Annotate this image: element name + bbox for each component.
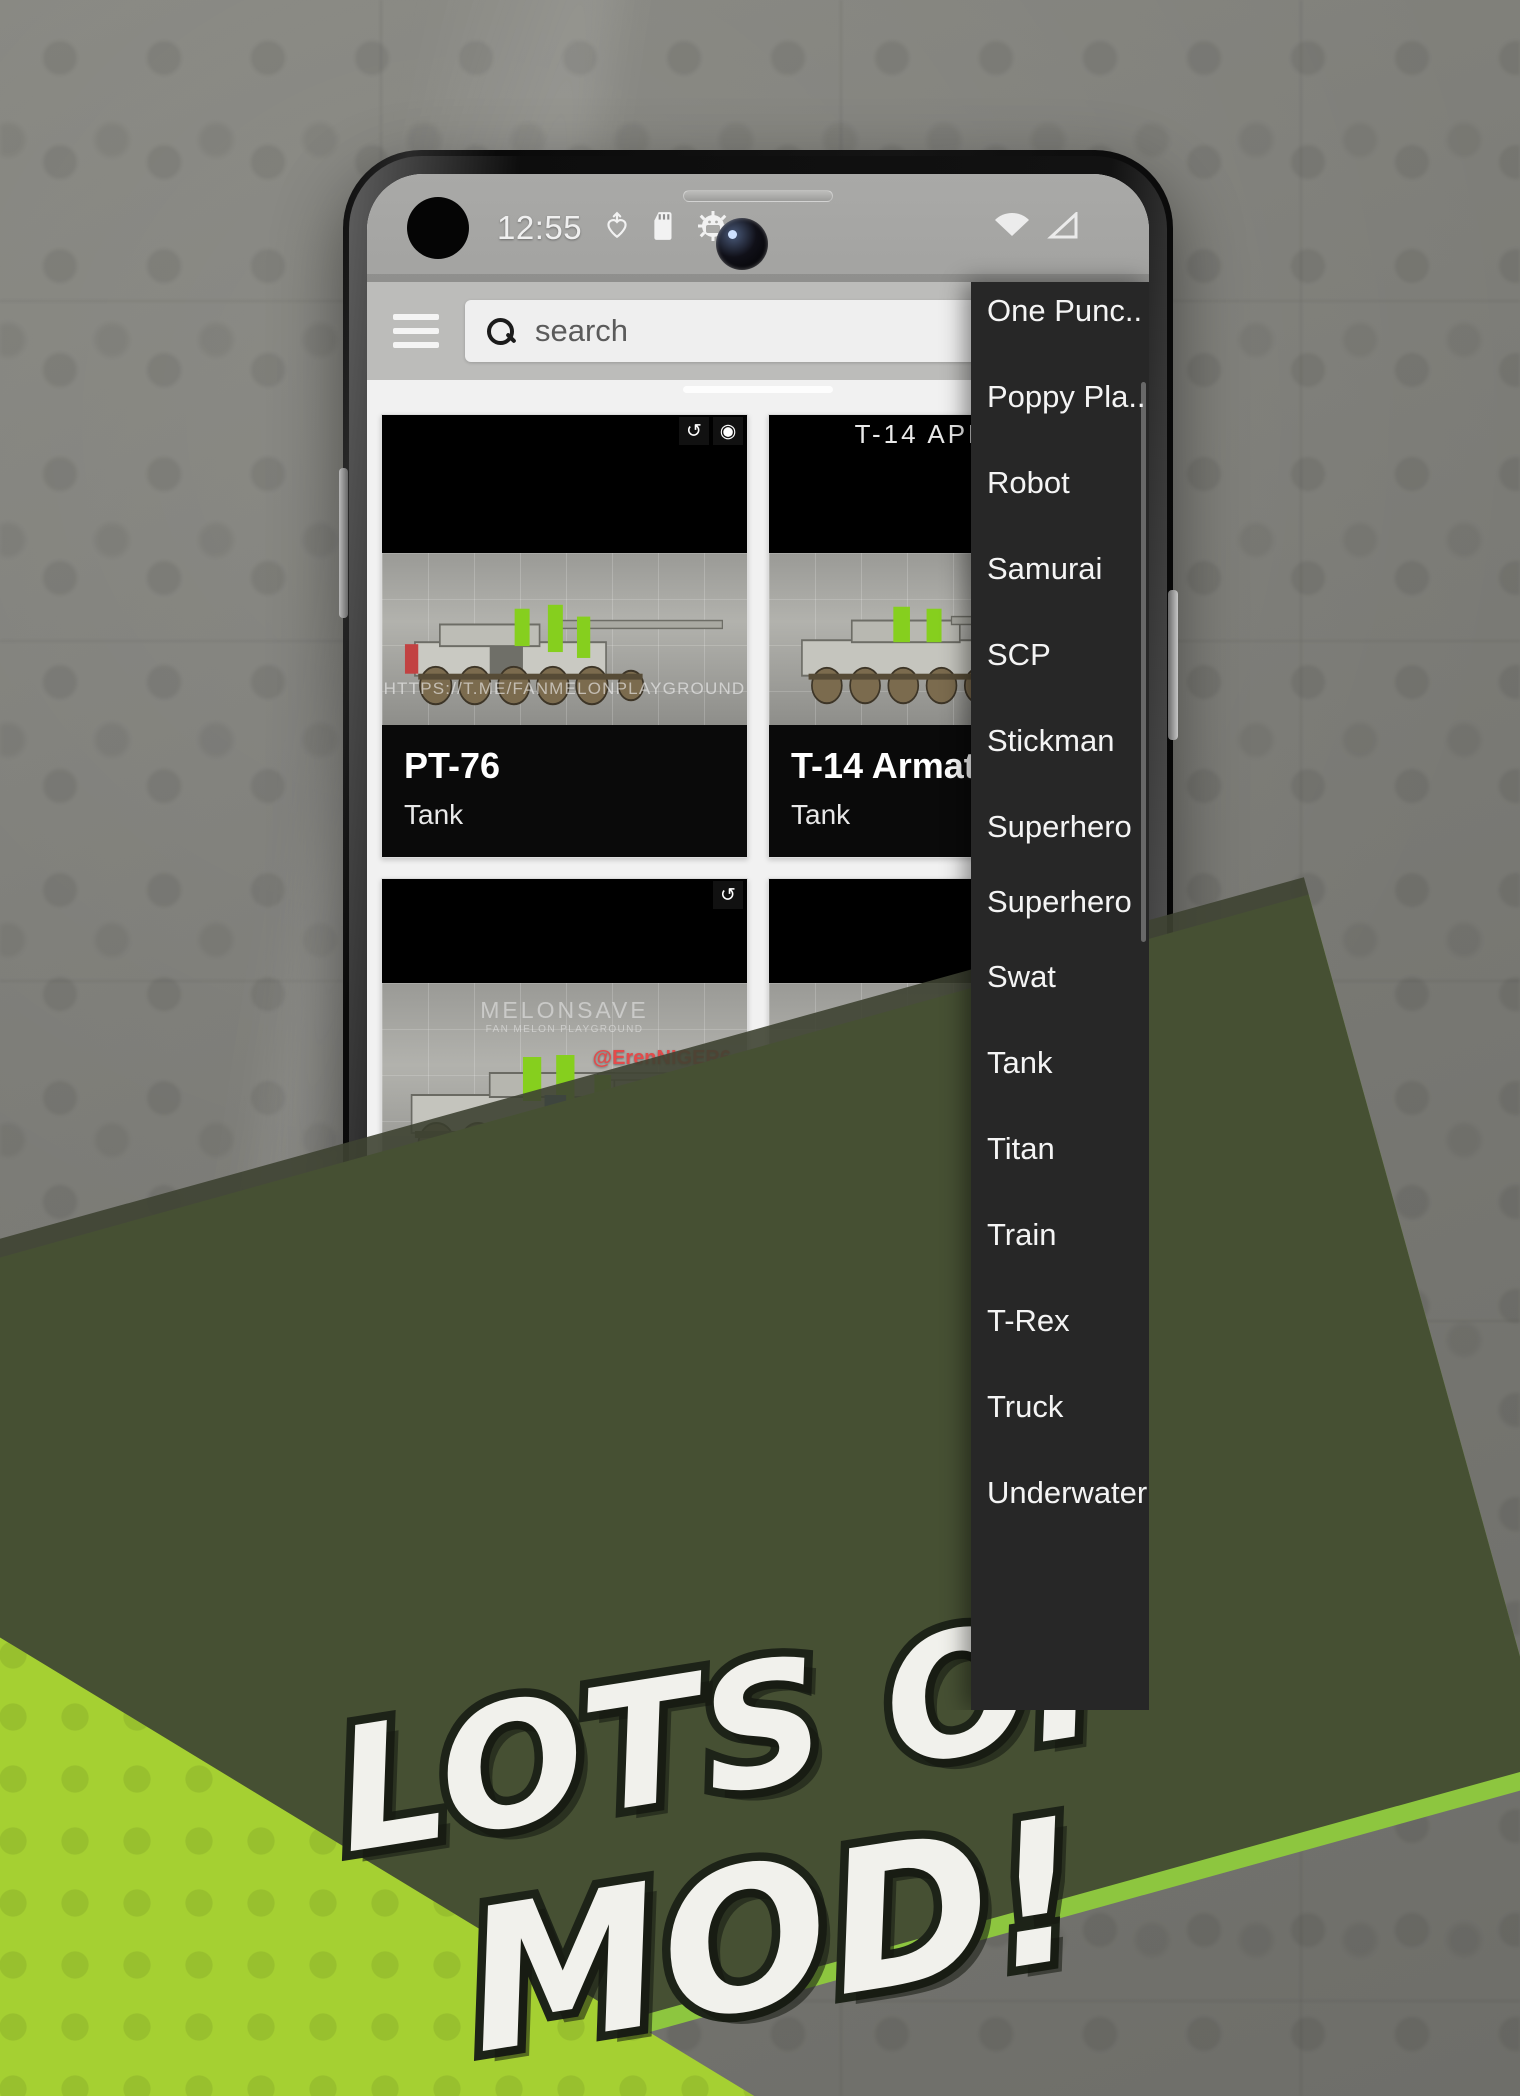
melonsave-watermark: MELONSAVE FAN MELON PLAYGROUND bbox=[480, 997, 648, 1035]
navigation-drawer: One Punc.. Poppy Pla.. Robot Samurai SCP… bbox=[971, 282, 1149, 1710]
heart-rate-icon bbox=[604, 211, 630, 246]
drawer-item-superhero-2[interactable]: Superhero bbox=[987, 870, 1149, 934]
thumbnail-buttons: ↺ bbox=[713, 881, 743, 909]
tank-illustration bbox=[390, 1033, 739, 1183]
power-button[interactable] bbox=[1168, 590, 1178, 740]
drawer-item-list: One Punc.. Poppy Pla.. Robot Samurai SCP… bbox=[971, 282, 1149, 1536]
drawer-item-titan[interactable]: Titan bbox=[987, 1106, 1149, 1192]
hamburger-menu-icon[interactable] bbox=[393, 314, 439, 348]
drawer-item-label: Truck bbox=[987, 1389, 1064, 1424]
drawer-item-label: SCP bbox=[987, 637, 1051, 672]
thumbnail-scene: MELONSAVE FAN MELON PLAYGROUND @ErenNIGE… bbox=[382, 983, 747, 1189]
status-bar: 12:55 bbox=[367, 174, 1149, 282]
camera-punch-hole bbox=[407, 197, 469, 259]
thumbnail-buttons: ↺ ◉ bbox=[679, 417, 743, 445]
promo-screenshot: 12:55 search HTTPS://T.ME/FANMELONPLAYGR… bbox=[0, 0, 1520, 2096]
drawer-scrollbar[interactable] bbox=[1141, 382, 1146, 942]
tank-illustration bbox=[390, 591, 739, 719]
drawer-item-robot[interactable]: Robot bbox=[987, 440, 1149, 526]
wifi-icon bbox=[993, 212, 1031, 245]
drawer-item-train[interactable]: Train bbox=[987, 1192, 1149, 1278]
drawer-item-superhero[interactable]: Superhero bbox=[987, 784, 1149, 870]
drawer-item-one-punch[interactable]: One Punc.. bbox=[987, 282, 1149, 354]
undo-icon[interactable]: ↺ bbox=[713, 881, 743, 909]
card-thumbnail: MELONSAVE FAN MELON PLAYGROUND @ErenNIGE… bbox=[382, 879, 747, 1189]
status-bar-icons bbox=[604, 210, 729, 246]
sd-card-icon bbox=[652, 211, 676, 246]
drawer-item-stickman[interactable]: Stickman bbox=[987, 698, 1149, 784]
drawer-item-label: Tank bbox=[987, 1045, 1053, 1080]
earpiece-speaker bbox=[683, 190, 833, 202]
drawer-item-label: Samurai bbox=[987, 551, 1103, 586]
status-bar-right-icons bbox=[993, 210, 1115, 245]
drawer-item-label: Underwater bbox=[987, 1475, 1148, 1510]
scroll-indicator bbox=[683, 386, 833, 393]
mod-card[interactable]: HTTPS://T.ME/FANMELONPLAYGROUND ↺ ◉ PT-7… bbox=[381, 414, 748, 858]
volume-button[interactable] bbox=[339, 468, 348, 618]
search-icon bbox=[485, 316, 515, 346]
drawer-item-underwater[interactable]: Underwater bbox=[987, 1450, 1149, 1536]
drawer-item-samurai[interactable]: Samurai bbox=[987, 526, 1149, 612]
status-bar-clock: 12:55 bbox=[497, 209, 583, 246]
drawer-item-label: Train bbox=[987, 1217, 1057, 1252]
undo-icon[interactable]: ↺ bbox=[679, 417, 709, 445]
drawer-item-label: Poppy Pla.. bbox=[987, 379, 1146, 414]
front-camera bbox=[716, 218, 768, 270]
melonsave-watermark: MELONSAVE FAN MELON PLAYGROUND bbox=[480, 1485, 648, 1523]
drawer-item-label: One Punc.. bbox=[987, 293, 1143, 328]
card-thumbnail: HTTPS://T.ME/FANMELONPLAYGROUND ↺ ◉ bbox=[382, 415, 747, 725]
thumbnail-scene: HTTPS://T.ME/FANMELONPLAYGROUND bbox=[382, 553, 747, 725]
melonsave-brand: MELONSAVE bbox=[480, 1485, 649, 1511]
thumbnail-scene: MELONSAVE FAN MELON PLAYGROUND bbox=[382, 1471, 747, 1673]
signal-icon bbox=[1045, 210, 1079, 245]
drawer-item-swat[interactable]: Swat bbox=[987, 934, 1149, 1020]
refresh-icon[interactable]: ◉ bbox=[713, 417, 743, 445]
drawer-item-t-rex[interactable]: T-Rex bbox=[987, 1278, 1149, 1364]
drawer-item-label: T-Rex bbox=[987, 1303, 1070, 1338]
drawer-item-truck[interactable]: Truck bbox=[987, 1364, 1149, 1450]
mod-card[interactable]: MELONSAVE FAN MELON PLAYGROUND bbox=[381, 1342, 748, 1674]
card-subtitle: Tank bbox=[404, 799, 464, 830]
drawer-item-label: Robot bbox=[987, 465, 1070, 500]
tank-illustration bbox=[390, 1537, 739, 1667]
phone-mockup: 12:55 search HTTPS://T.ME/FANMELONPLAYGR… bbox=[339, 150, 1178, 1710]
card-thumbnail: MELONSAVE FAN MELON PLAYGROUND bbox=[382, 1343, 747, 1673]
card-title: T-34-85 bbox=[404, 1209, 529, 1250]
mod-card[interactable]: MELONSAVE FAN MELON PLAYGROUND @ErenNIGE… bbox=[381, 878, 748, 1322]
card-footer: T-34-85 Tank bbox=[382, 1189, 747, 1321]
drawer-item-scp[interactable]: SCP bbox=[987, 612, 1149, 698]
drawer-item-label: Titan bbox=[987, 1131, 1055, 1166]
phone-screen: 12:55 search HTTPS://T.ME/FANMELONPLAYGR… bbox=[367, 174, 1149, 1710]
drawer-item-tank[interactable]: Tank bbox=[987, 1020, 1149, 1106]
search-placeholder: search bbox=[535, 313, 629, 348]
drawer-item-label: Superhero bbox=[987, 809, 1132, 844]
card-title: PT-76 bbox=[404, 745, 501, 786]
card-footer: PT-76 Tank bbox=[382, 725, 747, 857]
thumbnail-watermark: HTTPS://T.ME/FANMELONPLAYGROUND bbox=[383, 679, 746, 698]
drawer-item-label: Superhero bbox=[987, 884, 1132, 919]
drawer-item-poppy-playtime[interactable]: Poppy Pla.. bbox=[987, 354, 1149, 440]
card-subtitle: Tank bbox=[404, 1263, 464, 1294]
melonsave-brand: MELONSAVE bbox=[480, 997, 649, 1023]
drawer-item-label: Swat bbox=[987, 959, 1056, 994]
melonsave-brand-sub: FAN MELON PLAYGROUND bbox=[485, 1512, 644, 1523]
drawer-item-label: Stickman bbox=[987, 723, 1115, 758]
